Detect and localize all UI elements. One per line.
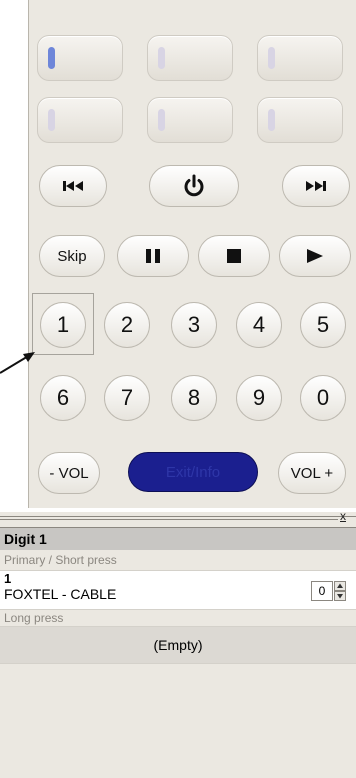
primary-device: FOXTEL - CABLE [4, 586, 117, 602]
slot-indicator [48, 47, 55, 69]
next-track-button[interactable] [282, 165, 350, 207]
skip-back-icon [63, 181, 83, 191]
exit-info-button[interactable]: Exit/Info [128, 452, 258, 492]
properties-panel: x Digit 1 Primary / Short press 1 FOXTEL… [0, 509, 356, 778]
primary-value: 1 [4, 571, 12, 586]
digit-label: 1 [56, 312, 70, 337]
repeat-count-field[interactable]: 0 [311, 581, 333, 601]
digit-label: 6 [56, 385, 70, 410]
volume-up-button[interactable]: VOL + [278, 452, 346, 494]
exit-info-label: Exit/Info [165, 463, 221, 481]
digit-label: 8 [187, 385, 201, 410]
repeat-count-stepper[interactable] [334, 581, 346, 601]
digit-9-button[interactable]: 9 [236, 375, 282, 421]
device-slot-6[interactable] [257, 97, 343, 143]
digit-label: 5 [316, 312, 330, 337]
device-slot-5[interactable] [147, 97, 233, 143]
pointer-arrow-icon [0, 352, 35, 374]
power-button[interactable] [149, 165, 239, 207]
device-slot-4[interactable] [37, 97, 123, 143]
power-icon [184, 174, 204, 197]
digit-label: 4 [252, 312, 266, 337]
digit-2-button[interactable]: 2 [104, 302, 150, 348]
digit-label: 2 [120, 312, 134, 337]
slot-indicator [268, 47, 275, 69]
digit-0-button[interactable]: 0 [300, 375, 346, 421]
skip-forward-icon [306, 181, 326, 191]
digit-label: 7 [120, 385, 134, 410]
device-slot-2[interactable] [147, 35, 233, 81]
primary-label: Primary / Short press [4, 553, 117, 567]
device-slot-3[interactable] [257, 35, 343, 81]
stepper-arrows-icon [334, 581, 346, 601]
close-icon: x [340, 509, 346, 523]
skip-button[interactable]: Skip [39, 235, 105, 277]
long-press-assignment[interactable]: (Empty) [0, 627, 356, 663]
divider [0, 609, 356, 610]
digit-8-button[interactable]: 8 [171, 375, 217, 421]
long-press-value: (Empty) [153, 637, 203, 653]
volume-down-button[interactable]: - VOL [38, 452, 100, 494]
long-press-label: Long press [4, 611, 64, 625]
skip-label: Skip [57, 247, 87, 265]
divider [0, 519, 338, 520]
remote-panel: Skip [28, 0, 356, 508]
stop-button[interactable] [198, 235, 270, 277]
device-slot-1[interactable] [37, 35, 123, 81]
digit-7-button[interactable]: 7 [104, 375, 150, 421]
divider [0, 516, 356, 517]
volume-up-label: VOL + [290, 464, 334, 482]
volume-down-label: - VOL [49, 464, 89, 482]
pause-icon [146, 249, 160, 263]
digit-1-button[interactable]: 1 [40, 302, 86, 348]
play-icon [307, 249, 323, 263]
slot-indicator [48, 109, 55, 131]
slot-indicator [268, 109, 275, 131]
digit-6-button[interactable]: 6 [40, 375, 86, 421]
slot-indicator [158, 109, 165, 131]
section-header: Digit 1 [0, 528, 356, 550]
previous-track-button[interactable] [39, 165, 107, 207]
digit-3-button[interactable]: 3 [171, 302, 217, 348]
pause-button[interactable] [117, 235, 189, 277]
digit-4-button[interactable]: 4 [236, 302, 282, 348]
close-button[interactable]: x [340, 509, 356, 525]
section-title: Digit 1 [4, 531, 47, 547]
repeat-count-value: 0 [318, 584, 326, 598]
slot-indicator [158, 47, 165, 69]
digit-label: 3 [187, 312, 201, 337]
digit-label: 9 [252, 385, 266, 410]
play-button[interactable] [279, 235, 351, 277]
stop-icon [227, 249, 241, 263]
divider [0, 663, 356, 664]
primary-assignment[interactable]: 1 FOXTEL - CABLE 0 [0, 571, 356, 609]
digit-label: 0 [316, 385, 330, 410]
digit-5-button[interactable]: 5 [300, 302, 346, 348]
